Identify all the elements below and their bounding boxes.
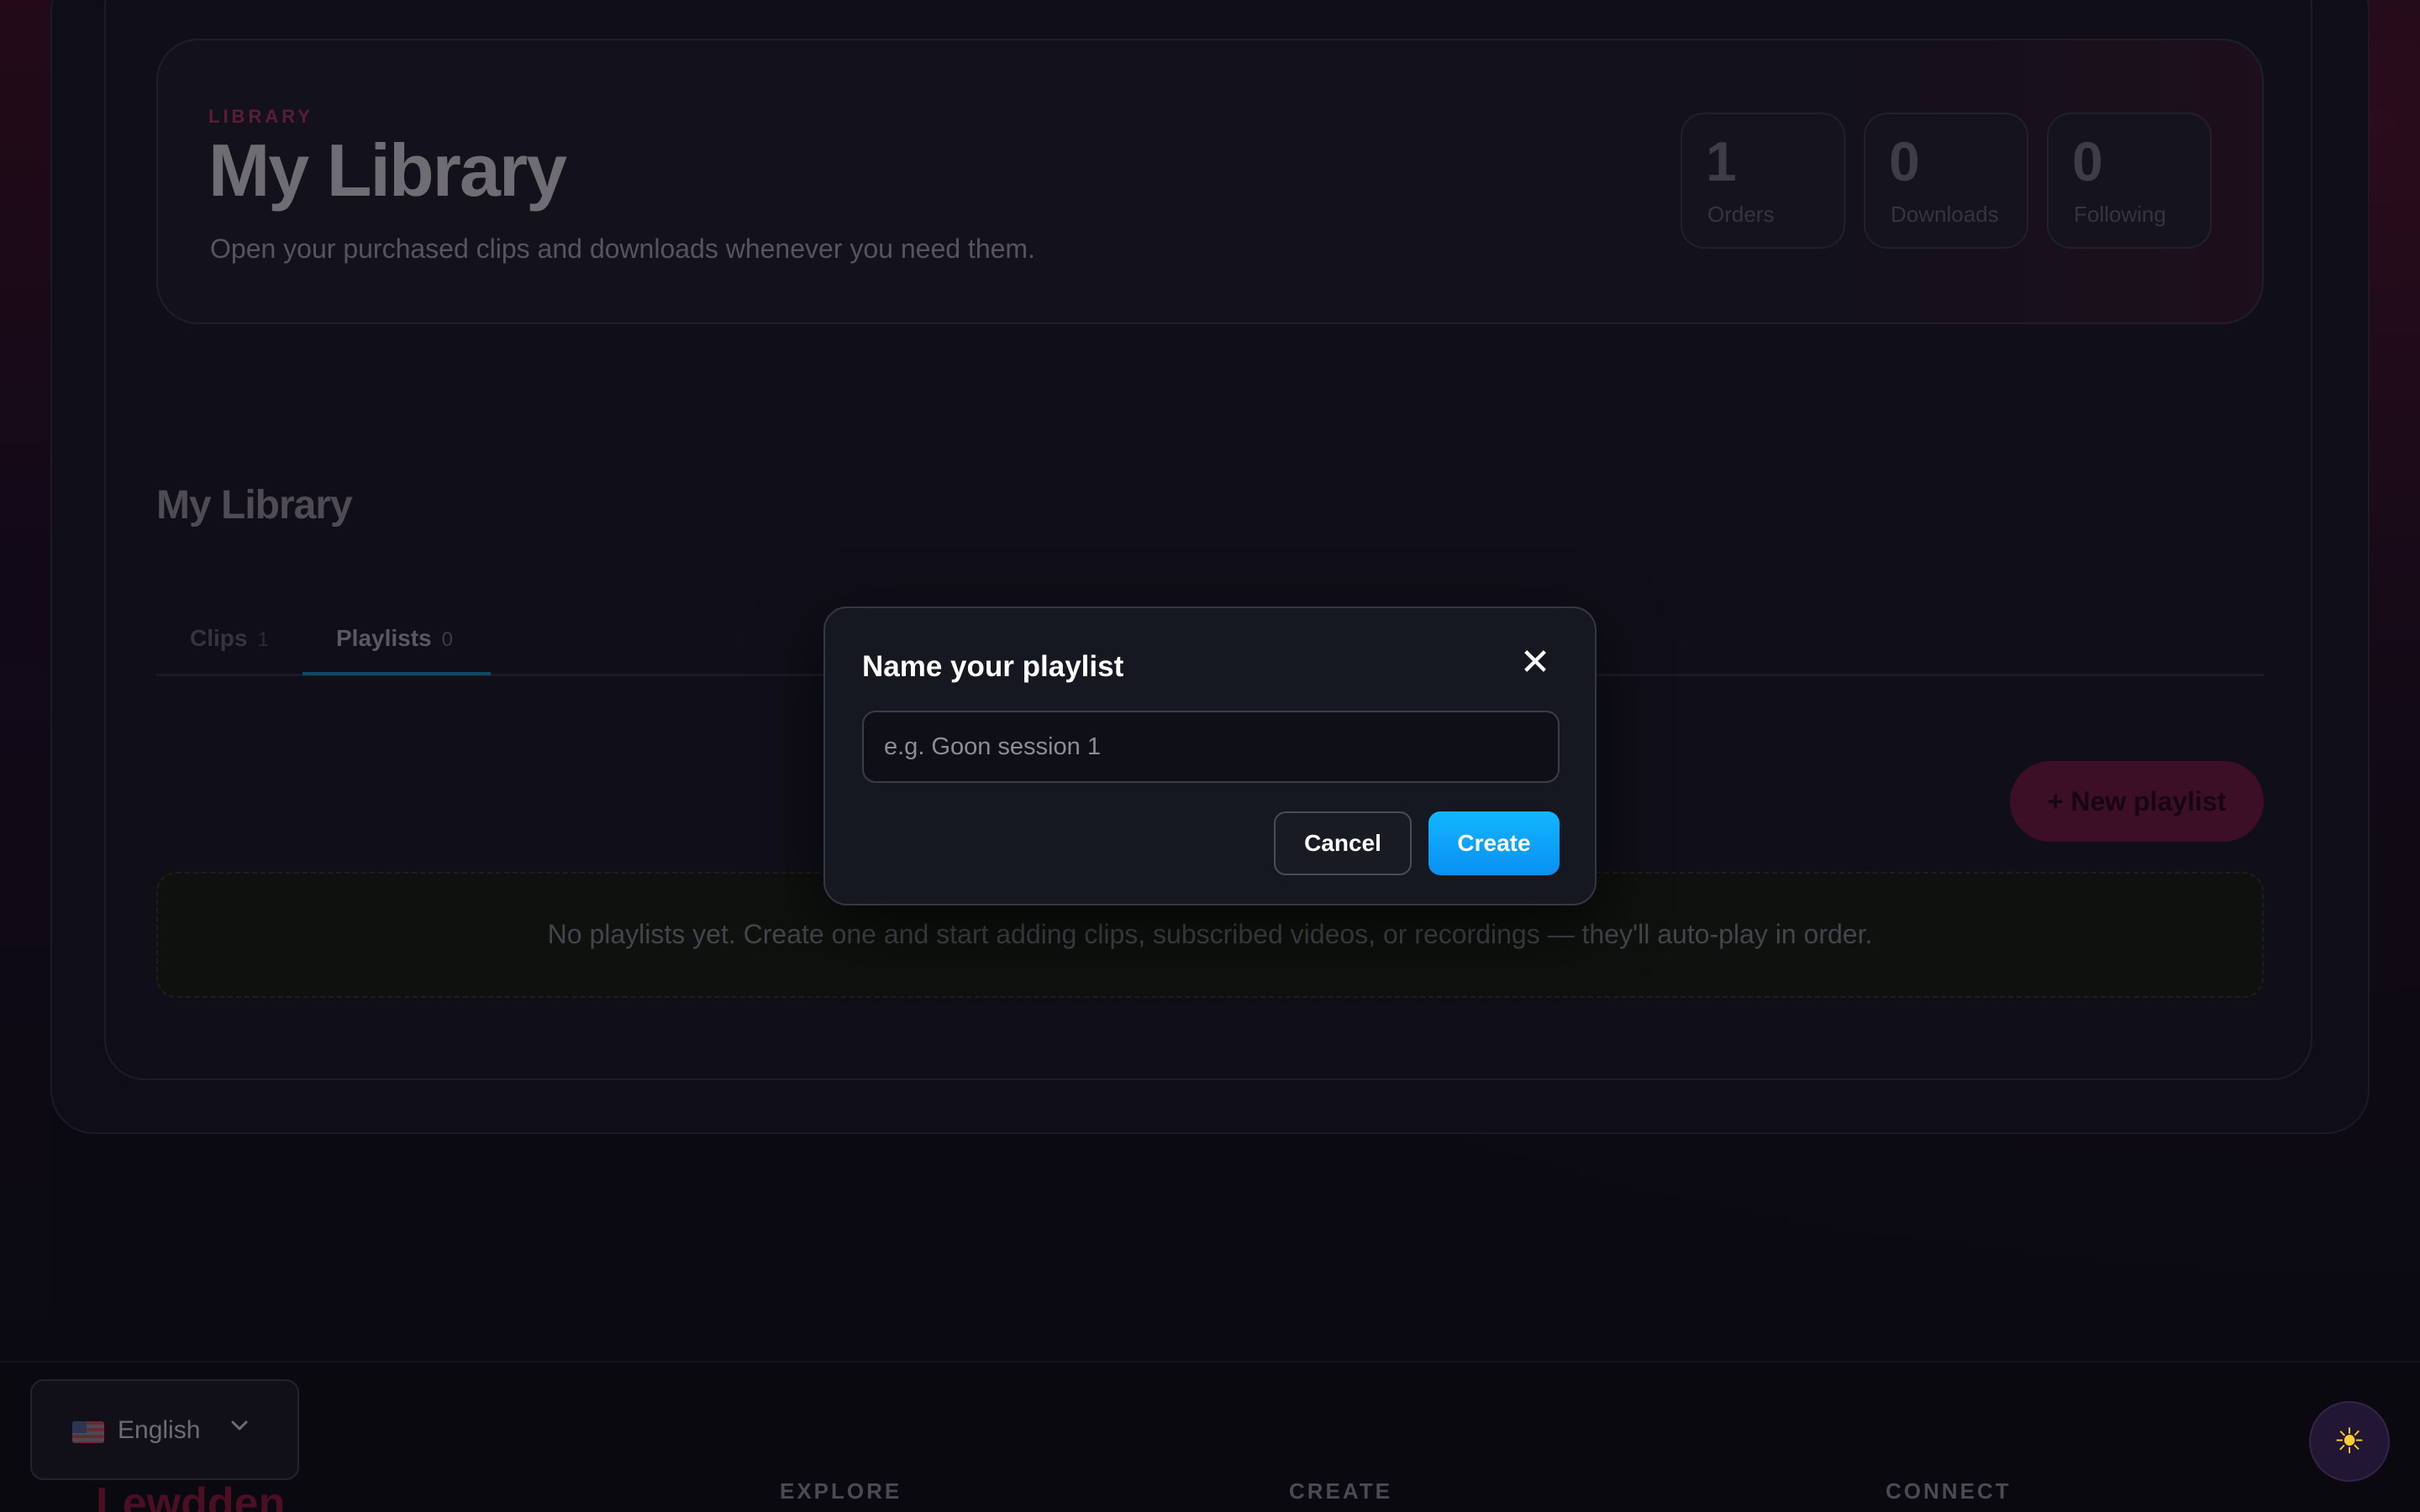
stat-value: 0 [2072,130,2103,192]
edge-glow [0,0,50,1361]
tab-playlists[interactable]: Playlists 0 [336,625,453,652]
empty-state-message: No playlists yet. Create one and start a… [547,919,1873,949]
language-selector[interactable]: English [30,1379,299,1480]
section-title: My Library [156,483,353,528]
language-label: English [118,1416,201,1444]
playlist-name-input[interactable] [862,711,1560,783]
footer-heading-explore: EXPLORE [780,1478,902,1504]
create-button[interactable]: Create [1428,811,1560,875]
hero-subtitle: Open your purchased clips and downloads … [210,234,1035,264]
dialog-title: Name your playlist [862,650,1124,683]
stat-downloads: 0 Downloads [1864,113,2028,249]
active-tab-indicator [302,672,491,675]
stat-label: Downloads [1891,202,1999,227]
new-playlist-button[interactable]: + New playlist [2010,761,2264,842]
footer-heading-create: CREATE [1289,1478,1392,1504]
tab-label: Playlists [336,625,432,651]
footer-brand[interactable]: Lewdden [96,1478,285,1512]
stat-value: 1 [1706,130,1737,192]
chevron-down-icon [229,1415,250,1442]
footer [0,1361,2420,1512]
stat-label: Following [2074,202,2166,227]
stat-orders: 1 Orders [1681,113,1845,249]
tab-count: 0 [441,628,453,651]
stat-label: Orders [1707,202,1775,227]
library-hero: LIBRARY My Library Open your purchased c… [156,39,2264,324]
stat-value: 0 [1889,130,1920,192]
us-flag-icon [72,1421,104,1443]
tab-clips[interactable]: Clips 1 [190,625,269,652]
create-playlist-dialog: Name your playlist ✕ Cancel Create [823,606,1597,906]
sun-icon: ☀ [2333,1421,2365,1461]
page-title: My Library [208,129,567,212]
close-icon[interactable]: ✕ [1514,642,1556,684]
page: LIBRARY My Library Open your purchased c… [0,0,2420,1512]
tab-label: Clips [190,625,248,651]
cancel-button[interactable]: Cancel [1274,811,1412,875]
hero-eyebrow: LIBRARY [208,106,313,127]
tab-count: 1 [257,628,269,651]
stat-following: 0 Following [2047,113,2212,249]
footer-heading-connect: CONNECT [1886,1478,2012,1504]
theme-toggle-button[interactable]: ☀ [2309,1401,2390,1482]
